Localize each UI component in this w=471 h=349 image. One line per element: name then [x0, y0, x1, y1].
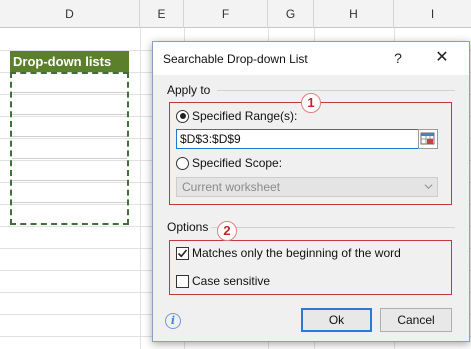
- scope-select[interactable]: Current worksheet: [176, 177, 438, 197]
- scope-select-value: Current worksheet: [182, 180, 281, 194]
- help-button[interactable]: ?: [385, 45, 411, 71]
- case-sensitive-label: Case sensitive: [192, 274, 271, 288]
- column-header-f[interactable]: F: [184, 0, 268, 28]
- group-divider: [217, 90, 455, 91]
- searchable-dropdown-dialog: Searchable Drop-down List ? ✕ Apply to 1…: [152, 41, 470, 342]
- column-header-d[interactable]: D: [0, 0, 140, 28]
- specified-scope-label: Specified Scope:: [192, 156, 283, 170]
- column-header-h[interactable]: H: [314, 0, 394, 28]
- column-header-row: D E F G H I: [0, 0, 471, 28]
- cell-divider: [12, 136, 127, 137]
- grid-line: [140, 28, 141, 349]
- match-beginning-label: Matches only the beginning of the word: [192, 246, 401, 260]
- step-badge-2: 2: [217, 221, 237, 241]
- dropdown-list-header-cell[interactable]: Drop-down lists: [10, 51, 129, 72]
- range-select-button[interactable]: [418, 129, 438, 149]
- cell-divider: [12, 158, 127, 159]
- specified-range-label: Specified Range(s):: [192, 109, 298, 123]
- match-beginning-option[interactable]: Matches only the beginning of the word: [176, 245, 401, 261]
- step-badge-1: 1: [301, 93, 321, 113]
- specified-scope-option[interactable]: Specified Scope:: [176, 155, 282, 171]
- range-picker-icon: [420, 132, 435, 145]
- match-beginning-checkbox[interactable]: [176, 246, 189, 260]
- range-input[interactable]: [176, 129, 420, 149]
- cancel-button[interactable]: Cancel: [380, 308, 452, 332]
- case-sensitive-option[interactable]: Case sensitive: [176, 273, 270, 289]
- case-sensitive-checkbox[interactable]: [176, 274, 189, 288]
- cell-divider: [12, 92, 127, 93]
- checkmark-icon: [177, 248, 188, 257]
- cell-divider: [12, 114, 127, 115]
- options-group-label: Options: [167, 220, 209, 234]
- dialog-title: Searchable Drop-down List: [163, 52, 308, 66]
- close-button[interactable]: ✕: [427, 45, 457, 71]
- apply-to-group-label: Apply to: [167, 83, 211, 97]
- dialog-titlebar[interactable]: Searchable Drop-down List ? ✕: [153, 42, 469, 75]
- specified-range-radio[interactable]: [176, 109, 189, 123]
- specified-range-option[interactable]: Specified Range(s):: [176, 108, 297, 124]
- chevron-down-icon: [424, 184, 433, 190]
- group-divider: [211, 227, 455, 228]
- column-header-i[interactable]: I: [394, 0, 471, 28]
- dropdown-range-selection[interactable]: [10, 72, 129, 225]
- column-header-e[interactable]: E: [140, 0, 184, 28]
- specified-scope-radio[interactable]: [176, 156, 189, 170]
- ok-button[interactable]: Ok: [301, 308, 372, 332]
- cell-divider: [12, 180, 127, 181]
- cell-divider: [12, 202, 127, 203]
- info-icon[interactable]: i: [165, 313, 181, 329]
- column-header-g[interactable]: G: [268, 0, 314, 28]
